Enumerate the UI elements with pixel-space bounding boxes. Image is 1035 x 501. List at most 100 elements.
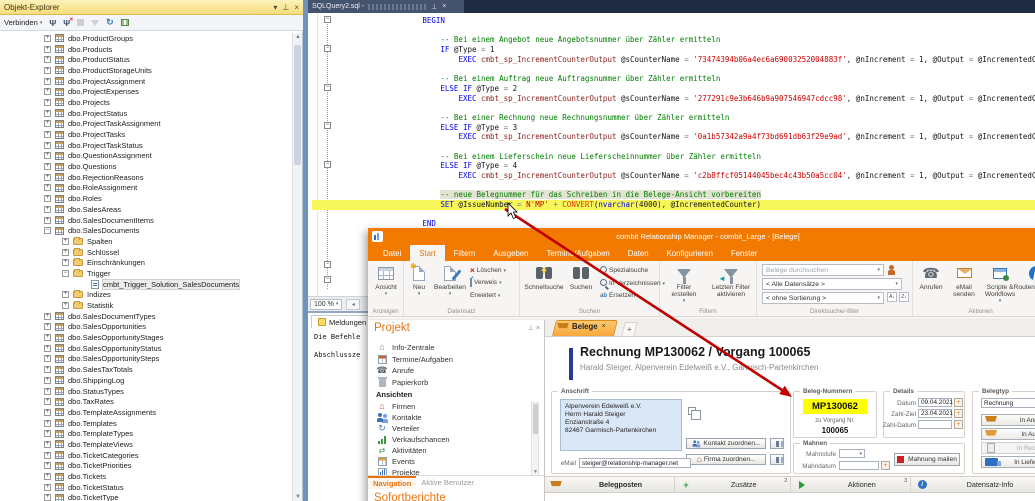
object-explorer-tree[interactable]: + dbo.ProductGroups + dbo.Products + dbo.Prod… [0,33,292,501]
sidebar-item-verkaufschancen[interactable]: Verkaufschancen [376,434,450,445]
expander-icon[interactable]: + [44,205,51,213]
collapse-box-icon[interactable]: − [324,16,331,23]
erweitert-button[interactable]: Erweitert ▾ [470,292,500,299]
kontakt-zuordnen-button[interactable]: Kontakt zuordnen... [686,438,766,449]
schnellsuche-button[interactable]: Schnellsuche [522,264,566,291]
expander-icon[interactable]: + [44,195,51,203]
tree-item[interactable]: + dbo.SalesOpportunityStatus [0,343,292,354]
tree-item[interactable]: + Statistik [0,300,292,311]
tree-item[interactable]: + dbo.TicketCategories [0,450,292,461]
expander-icon[interactable]: − [62,269,69,277]
tree-item[interactable]: + dbo.SalesOpportunitySteps [0,354,292,365]
expander-icon[interactable]: + [62,259,69,267]
tree-item[interactable]: + Einschränkungen [0,257,292,268]
collapse-box-icon[interactable]: − [324,45,331,52]
tree-item[interactable]: + Schlüssel [0,247,292,258]
tree-item[interactable]: + dbo.SalesTaxTotals [0,364,292,375]
expander-icon[interactable]: + [44,216,51,224]
tree-item[interactable]: + dbo.ProjectTaskAssignment [0,119,292,130]
tree-item[interactable]: + dbo.TemplateAssignments [0,407,292,418]
tree-item[interactable]: + dbo.ProjectStatus [0,108,292,119]
tree-item[interactable]: + dbo.TicketType [0,493,292,501]
expander-icon[interactable]: + [44,387,51,395]
verweis-button[interactable]: Verweis ▾ [470,278,501,287]
panel-tab-aktive-benutzer[interactable]: Aktive Benutzer [416,476,479,489]
projekt-scrollbar[interactable]: ▼ [531,402,539,476]
tree-item[interactable]: + dbo.Products [0,44,292,55]
datum-field[interactable]: 09.04.2021 [918,398,953,407]
expander-icon[interactable]: + [44,344,51,352]
expander-icon[interactable]: + [44,109,51,117]
mahnstufe-select[interactable]: ▾ [839,449,865,458]
chevron-down-icon[interactable]: ▾ [273,3,277,12]
add-tab-button[interactable]: + [621,322,638,336]
tree-item[interactable]: + dbo.ProjectExpenses [0,86,292,97]
tree-item[interactable]: − dbo.SalesDocuments [0,225,292,236]
expander-icon[interactable]: + [44,34,51,42]
neu-button[interactable]: ✱ Neu ▾ [406,262,432,298]
tree-item[interactable]: + dbo.ProjectTasks [0,129,292,140]
pin-icon[interactable]: ⊥ [431,3,437,11]
tree-item[interactable]: + dbo.SalesDocumentTypes [0,311,292,322]
sidebar-item-verteiler[interactable]: ↻ Verteiler [376,423,419,434]
zahl-datum-field[interactable] [918,420,952,429]
tree-item[interactable]: + dbo.TicketPriorities [0,461,292,472]
section-tab-belegposten[interactable]: Belegposten [545,477,676,492]
alle-datensaetze-select[interactable]: < Alle Datensätze > ▾ [762,278,902,290]
panel-pin-close-icons[interactable]: ⊥ × [528,324,540,332]
tree-item[interactable]: + dbo.ShippingLog [0,375,292,386]
sidebar-item-termine-aufgaben[interactable]: Termine/Aufgaben [376,354,453,365]
tree-item[interactable]: − Trigger [0,268,292,279]
expander-icon[interactable]: + [44,408,51,416]
expander-icon[interactable]: + [62,248,69,256]
object-explorer-scrollbar[interactable]: ▲ ▼ [292,33,302,501]
firma-zuordnen-button[interactable]: ⌂ Firma zuordnen... [686,454,766,465]
tree-item[interactable]: + dbo.SalesOpportunities [0,322,292,333]
expander-icon[interactable]: + [44,483,51,491]
zahl-datum-picker-button[interactable]: + [954,420,963,429]
scrollbar-thumb[interactable] [294,45,301,165]
letzten-filter-button[interactable]: ◄ Letzten Filter aktivieren [708,264,754,298]
tree-item[interactable]: + dbo.Questions [0,161,292,172]
expander-icon[interactable]: + [44,184,51,192]
expander-icon[interactable]: + [44,66,51,74]
expander-icon[interactable]: + [62,302,69,310]
hscroll-left-icon[interactable]: ◂ [346,298,361,310]
expander-icon[interactable]: + [44,440,51,448]
expander-icon[interactable]: + [44,355,51,363]
ribbon-tab-datei[interactable]: Datei [374,245,410,261]
beleg-nummer-value[interactable]: MP130062 [803,399,867,414]
tree-item[interactable]: + dbo.ProjectTaskStatus [0,140,292,151]
collapse-box-icon[interactable]: − [324,84,331,91]
expander-icon[interactable]: + [44,163,51,171]
expander-icon[interactable]: + [44,451,51,459]
expander-icon[interactable]: + [44,141,51,149]
tree-item[interactable]: + dbo.TemplateTypes [0,428,292,439]
messages-tab[interactable]: Meldungen [311,315,374,328]
tree-item[interactable]: + dbo.QuestionAssignment [0,151,292,162]
expander-icon[interactable]: + [62,237,69,245]
expander-icon[interactable]: + [44,173,51,181]
ribbon-tab-daten[interactable]: Daten [619,245,658,261]
expander-icon[interactable]: + [44,45,51,53]
connect-icon[interactable]: Ψ [49,18,56,28]
expander-icon[interactable]: + [44,152,51,160]
email-field[interactable]: steiger@relationship-manager.net [579,458,691,468]
panel-tab-navigation[interactable]: Navigation [368,476,417,489]
sidebar-item-papierkorb[interactable]: Papierkorb [376,377,428,388]
ribbon-tab-filtern[interactable]: Filtern [445,245,485,261]
section-tab-zus-tze[interactable]: + Zusätze 2 [675,477,792,492]
ribbon-tab-ausgeben[interactable]: Ausgeben [484,245,537,261]
scroll-up-icon[interactable]: ▲ [294,34,302,40]
zoom-level-select[interactable]: 100 % ▾ [310,298,343,310]
datum-picker-button[interactable]: + [954,398,963,407]
close-icon[interactable]: × [602,323,606,330]
tree-item[interactable]: + dbo.TaxRates [0,396,292,407]
firma-extra-button[interactable] [770,454,784,465]
spezialsuche-button[interactable]: Spezialsuche [600,266,648,275]
tree-item[interactable]: + dbo.Templates [0,418,292,429]
tree-item[interactable]: + dbo.RoleAssignment [0,183,292,194]
tree-item[interactable]: + dbo.SalesAreas [0,204,292,215]
object-explorer-titlebar[interactable]: Objekt-Explorer ▾ ⊥ × [0,0,303,15]
bearbeiten-button[interactable]: Bearbeiten ▾ [432,264,468,298]
